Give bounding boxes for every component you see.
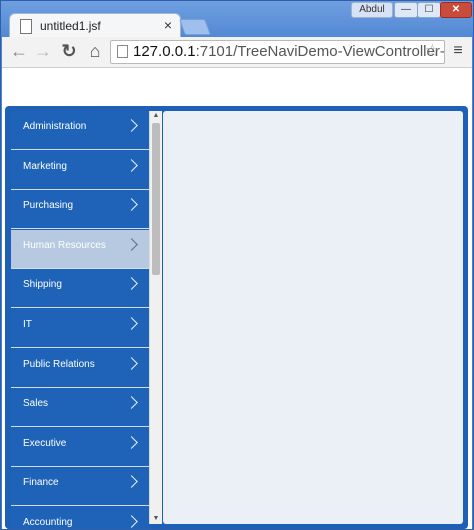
home-icon[interactable]: ⌂ [84, 40, 106, 62]
tab-close-icon[interactable]: × [164, 16, 172, 34]
chevron-right-icon [125, 277, 138, 291]
bookmark-star-icon[interactable]: ☆ [425, 41, 440, 61]
nav-item-label: Public Relations [23, 358, 95, 370]
nav-item[interactable]: Purchasing [11, 190, 149, 230]
nav-item[interactable]: Sales [11, 388, 149, 428]
window-close-button[interactable]: ✕ [440, 2, 472, 18]
nav-item[interactable]: Marketing [11, 150, 149, 190]
nav-item[interactable]: Executive [11, 427, 149, 467]
tree-navigator-panel: Administration Marketing Purchasing Human R… [5, 106, 468, 529]
nav-item-label: Purchasing [23, 200, 74, 212]
menu-icon[interactable]: ≡ [448, 40, 468, 62]
chevron-right-icon [125, 475, 138, 489]
maximize-button[interactable]: ☐ [417, 2, 441, 18]
chevron-right-icon [125, 158, 138, 172]
nav-item[interactable]: Shipping [11, 269, 149, 309]
nav-item-label: Shipping [23, 279, 62, 291]
browser-window: Abdul — ☐ ✕ untitled1.jsf × ← → ↻ ⌂ 127.… [0, 0, 474, 530]
nav-item-label: Finance [23, 477, 59, 489]
nav-scrollbar[interactable]: ▲ ▼ [149, 111, 162, 524]
reload-icon[interactable]: ↻ [58, 40, 80, 62]
chevron-right-icon [125, 396, 138, 410]
chevron-right-icon [125, 317, 138, 330]
scroll-down-arrow-icon[interactable]: ▼ [150, 514, 162, 524]
address-bar[interactable]: 127.0.0.1:7101/TreeNaviDemo-ViewControll… [110, 40, 445, 64]
nav-item-label: Accounting [23, 517, 73, 528]
nav-item-label: Executive [23, 437, 67, 449]
chevron-right-icon [125, 198, 138, 212]
page-viewport: Administration Marketing Purchasing Human R… [2, 68, 472, 529]
url-path: :7101/TreeNaviDemo-ViewController-co [195, 43, 445, 60]
chevron-right-icon [125, 435, 138, 449]
nav-item-label: Sales [23, 398, 49, 410]
navigation-list: Administration Marketing Purchasing Human R… [11, 111, 149, 529]
browser-toolbar: ← → ↻ ⌂ 127.0.0.1:7101/TreeNaviDemo-View… [2, 37, 472, 68]
chevron-right-icon [125, 119, 138, 132]
document-icon [20, 19, 32, 34]
url-text[interactable]: 127.0.0.1:7101/TreeNaviDemo-ViewControll… [133, 42, 445, 62]
chevron-right-icon [125, 237, 138, 251]
chevron-right-icon [125, 515, 138, 528]
page-icon [117, 45, 128, 58]
nav-item[interactable]: Human Resources [11, 229, 149, 269]
minimize-button[interactable]: — [394, 2, 418, 18]
content-area [163, 111, 463, 524]
nav-item[interactable]: Administration [11, 111, 149, 150]
forward-arrow-icon[interactable]: → [32, 40, 54, 62]
nav-item-label: Administration [23, 121, 87, 132]
scroll-up-arrow-icon[interactable]: ▲ [150, 111, 162, 121]
browser-tab[interactable]: untitled1.jsf × [9, 13, 181, 38]
scroll-thumb[interactable] [152, 123, 160, 275]
back-arrow-icon[interactable]: ← [8, 40, 30, 62]
nav-item-label: Marketing [23, 160, 67, 172]
nav-item[interactable]: Finance [11, 467, 149, 507]
new-tab-button[interactable] [179, 19, 211, 35]
nav-item[interactable]: IT [11, 309, 149, 348]
nav-item-label: Human Resources [23, 239, 106, 251]
nav-item-label: IT [23, 319, 32, 330]
url-host: 127.0.0.1 [133, 43, 196, 60]
nav-item[interactable]: Accounting [11, 507, 149, 529]
profile-badge[interactable]: Abdul [351, 2, 393, 18]
nav-item[interactable]: Public Relations [11, 348, 149, 388]
chevron-right-icon [125, 356, 138, 370]
tab-title: untitled1.jsf [40, 19, 101, 33]
